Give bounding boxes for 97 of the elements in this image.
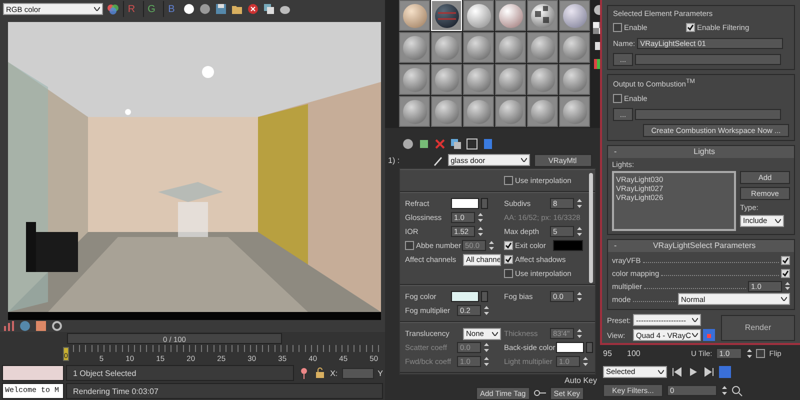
rollout-header[interactable]: - VRayLightSelect Parameters (608, 240, 794, 252)
material-slot[interactable] (527, 0, 558, 31)
checkbox[interactable] (504, 176, 513, 185)
play-icon[interactable] (687, 366, 699, 378)
caret-icon (658, 370, 664, 374)
x-field[interactable] (342, 368, 374, 378)
eyedropper-icon[interactable] (432, 154, 444, 166)
render-button[interactable]: Render (721, 314, 795, 340)
skip-back-icon[interactable] (671, 366, 683, 378)
copy-icon[interactable] (450, 138, 462, 150)
caret-icon (520, 158, 527, 162)
scrollbar[interactable] (589, 173, 593, 283)
y-label: Y (378, 368, 383, 378)
material-sphere (562, 66, 588, 92)
checkbox[interactable] (504, 255, 513, 264)
spinner-arrows-icon[interactable] (477, 226, 483, 237)
spinner-arrows-icon[interactable] (576, 198, 582, 209)
close-icon[interactable] (247, 3, 259, 15)
cube-icon[interactable] (418, 138, 430, 150)
spinner-arrows-icon[interactable] (576, 328, 582, 339)
material-sphere (466, 66, 492, 92)
channel-button[interactable]: B (163, 1, 179, 17)
material-sphere (402, 98, 428, 124)
material-sphere (562, 98, 588, 124)
slot-label: 1) : (388, 156, 400, 164)
caret-icon (692, 318, 698, 322)
color-swatch[interactable] (451, 198, 479, 209)
path-field[interactable] (635, 54, 781, 65)
auto-key-label[interactable]: Auto Key (564, 376, 597, 385)
spinner-arrows-icon[interactable] (483, 305, 489, 316)
material-sphere (466, 98, 492, 124)
copy-icon[interactable] (263, 3, 275, 15)
selection-status: 1 Object Selected (73, 368, 136, 378)
checkbox[interactable] (613, 23, 622, 32)
checkbox[interactable] (781, 256, 790, 264)
caret-icon (94, 7, 100, 11)
color-swatch[interactable] (556, 342, 584, 353)
material-sphere (530, 34, 556, 60)
checkbox[interactable] (504, 241, 513, 250)
caret-icon (775, 218, 781, 222)
zoom-icon[interactable] (731, 384, 743, 396)
checkbox[interactable] (686, 23, 695, 32)
checkbox[interactable] (781, 268, 790, 278)
material-sphere (498, 34, 524, 60)
material-sphere (466, 2, 492, 28)
checkbox[interactable] (756, 349, 766, 358)
x-label: X: (330, 368, 338, 378)
path-field[interactable] (635, 108, 781, 120)
chart-icon[interactable] (3, 320, 15, 332)
caret-icon (781, 297, 787, 301)
material-sphere (530, 66, 556, 92)
spinner-arrows-icon[interactable] (483, 342, 489, 353)
spinner-arrows-icon[interactable] (488, 240, 494, 251)
caret-icon (692, 333, 698, 337)
lock-icon[interactable] (314, 367, 326, 379)
material-sphere (402, 34, 428, 60)
spinner-arrows-icon[interactable] (483, 356, 489, 367)
key-icon[interactable] (534, 387, 546, 399)
color-swatch[interactable] (553, 240, 583, 251)
material-sphere (466, 34, 492, 60)
material-sphere (402, 2, 428, 28)
spinner-arrows-icon[interactable] (582, 356, 588, 367)
material-sphere (562, 34, 588, 60)
color-wheel-icon[interactable] (107, 3, 119, 15)
rollout-header[interactable]: - Lights (608, 146, 794, 158)
folder-icon[interactable] (231, 3, 243, 15)
skip-forward-icon[interactable] (703, 366, 715, 378)
listener-field[interactable] (2, 365, 64, 381)
spinner-arrows-icon[interactable] (576, 291, 582, 302)
material-sphere (434, 2, 460, 28)
caret-icon (492, 332, 498, 336)
material-sphere (498, 2, 524, 28)
material-sphere (498, 66, 524, 92)
color-swatch[interactable] (451, 291, 479, 302)
save-icon[interactable] (215, 3, 227, 15)
checkbox[interactable] (504, 269, 513, 278)
spinner-arrows-icon[interactable] (721, 385, 727, 396)
material-sphere (562, 2, 588, 28)
spinner-arrows-icon[interactable] (477, 212, 483, 223)
prompt-text: Rendering Time 0:03:07 (73, 386, 158, 396)
sphere-icon[interactable] (402, 138, 414, 150)
key-mode-icon[interactable] (719, 366, 731, 378)
material-sphere (434, 34, 460, 60)
checkbox[interactable] (613, 94, 622, 102)
channel-button[interactable]: G (143, 1, 159, 17)
material-sphere (530, 98, 556, 124)
ruler-label: 95 (603, 349, 613, 358)
spinner-arrows-icon[interactable] (746, 348, 752, 359)
circle-icon[interactable] (183, 3, 195, 15)
material-sphere (434, 66, 460, 92)
spinner-arrows-icon[interactable] (784, 280, 790, 292)
material-sphere (434, 98, 460, 124)
material-sphere (498, 98, 524, 124)
ruler-label: 100 (627, 349, 642, 358)
material-sphere (530, 2, 556, 28)
material-sphere (402, 66, 428, 92)
spinner-arrows-icon[interactable] (576, 226, 582, 237)
